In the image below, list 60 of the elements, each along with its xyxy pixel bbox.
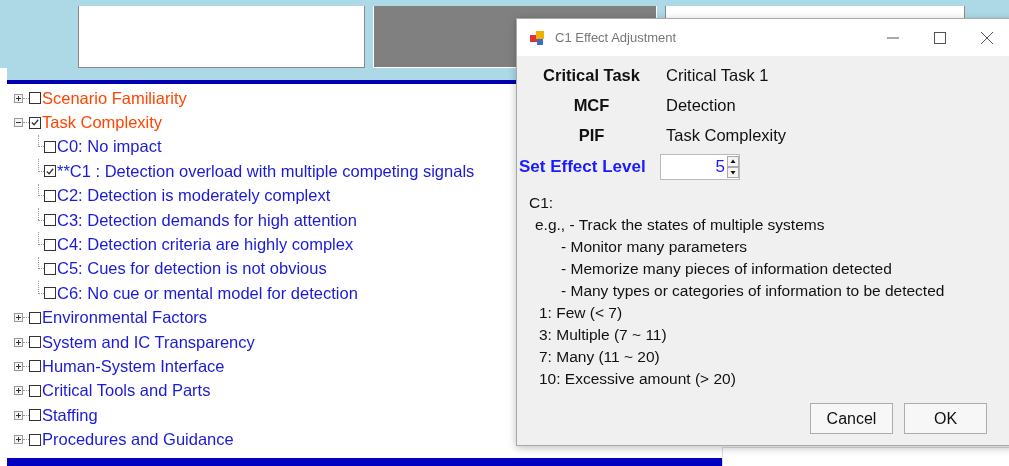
checkbox[interactable]: [44, 140, 56, 153]
field-label: PIF: [577, 125, 606, 145]
checkbox[interactable]: [29, 360, 41, 373]
checkbox[interactable]: [44, 287, 56, 300]
close-icon[interactable]: [981, 31, 993, 44]
checkbox[interactable]: [29, 384, 41, 397]
checkbox[interactable]: [44, 189, 56, 202]
field-value: Task Complexity: [666, 125, 787, 145]
checkbox[interactable]: [29, 116, 41, 129]
description-line: 3: Multiple (7 ~ 11): [538, 325, 668, 345]
field-label: Set Effect Level: [518, 157, 647, 177]
tree-item[interactable]: C5: Cues for detection is not obvious: [57, 259, 327, 279]
field-label: MCF: [572, 95, 611, 115]
field-label: Critical Task: [542, 65, 641, 85]
description-line: 10: Excessive amount (> 20): [538, 369, 737, 389]
description-line: C1:: [529, 193, 555, 213]
field-value: Critical Task 1: [666, 65, 769, 85]
expand-icon[interactable]: [14, 337, 23, 347]
description-line: - Many types or categories of information to be detected: [560, 281, 946, 301]
checkbox[interactable]: [44, 214, 56, 227]
tree-item[interactable]: C3: Detection demands for high attention: [57, 210, 357, 230]
description-line: - Memorize many pieces of information detected: [560, 259, 893, 279]
description-line: - Monitor many parameters: [560, 237, 749, 257]
expand-icon[interactable]: [14, 362, 23, 371]
description-line: 1: Few (< 7): [538, 303, 624, 323]
expand-icon[interactable]: [14, 313, 23, 323]
expand-icon[interactable]: [14, 93, 23, 103]
window-title: C1 Effect Adjustment: [555, 30, 678, 45]
description-line: e.g., - Track the states of multiple systems: [534, 215, 826, 235]
checkbox[interactable]: [29, 433, 41, 446]
expand-icon[interactable]: [14, 410, 23, 420]
tree-item[interactable]: C4: Detection criteria are highly complex: [57, 235, 354, 255]
tree-item[interactable]: Staffing: [42, 405, 98, 425]
tree-item[interactable]: C6: No cue or mental model for detection: [57, 283, 358, 303]
tree-item[interactable]: Critical Tools and Parts: [42, 381, 211, 401]
app-icon: [529, 29, 545, 46]
tree-item[interactable]: C0: No impact: [57, 137, 162, 157]
checkbox[interactable]: [29, 409, 41, 422]
tree-item[interactable]: C2: Detection is moderately complext: [57, 186, 331, 206]
checkbox[interactable]: [29, 336, 41, 349]
dialog-button[interactable]: OK: [904, 403, 987, 434]
tree-item[interactable]: Procedures and Guidance: [42, 430, 234, 450]
description-line: 7: Many (11 ~ 20): [538, 347, 661, 367]
field-value: Detection: [666, 95, 736, 115]
tree-item[interactable]: **C1 : Detection overload with multiple competing signals: [57, 161, 475, 181]
tree-item[interactable]: System and IC Transparency: [42, 332, 255, 352]
checkbox[interactable]: [44, 238, 56, 251]
tree-item[interactable]: Human-System Interface: [42, 357, 225, 376]
checkbox[interactable]: [29, 311, 41, 324]
checkbox[interactable]: [29, 92, 41, 105]
tree-item[interactable]: Environmental Factors: [42, 308, 208, 328]
number-spinner[interactable]: 5: [660, 154, 740, 180]
checkbox[interactable]: [44, 165, 56, 178]
checkbox[interactable]: [44, 262, 56, 275]
dialog-button[interactable]: Cancel: [810, 403, 893, 434]
collapse-icon[interactable]: [14, 118, 23, 128]
tree-item[interactable]: Scenario Familiarity: [42, 88, 187, 108]
maximize-icon[interactable]: [934, 31, 946, 44]
expand-icon[interactable]: [14, 386, 23, 396]
expand-icon[interactable]: [14, 435, 23, 445]
